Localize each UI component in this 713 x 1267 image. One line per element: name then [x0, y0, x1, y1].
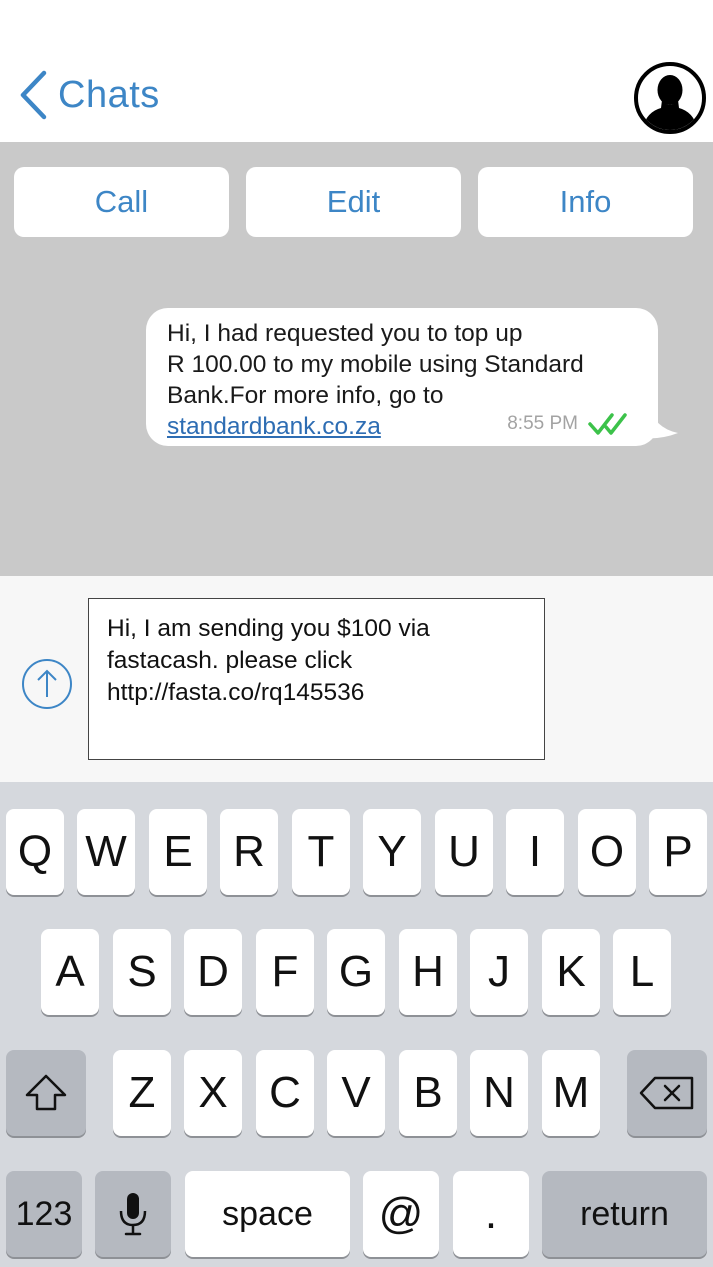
- key-t[interactable]: T: [292, 809, 350, 895]
- key-h[interactable]: H: [399, 929, 457, 1015]
- message-link[interactable]: standardbank.co.za: [167, 413, 381, 440]
- backspace-icon: [639, 1076, 694, 1110]
- space-key[interactable]: space: [185, 1171, 350, 1257]
- call-button[interactable]: Call: [14, 167, 229, 237]
- key-n[interactable]: N: [470, 1050, 528, 1136]
- key-v[interactable]: V: [327, 1050, 385, 1136]
- key-a[interactable]: A: [41, 929, 99, 1015]
- message-text: Hi, I had requested you to top up R 100.…: [167, 320, 584, 409]
- message-input-text: Hi, I am sending you $100 via fastacash.…: [107, 615, 430, 706]
- person-silhouette-icon: [642, 75, 698, 130]
- shift-arrow-icon: [25, 1074, 67, 1111]
- key-o[interactable]: O: [578, 809, 636, 895]
- delete-key[interactable]: [627, 1050, 707, 1136]
- keyboard: Q W E R T Y U I O P A S D F G H J K L Z …: [0, 782, 713, 1267]
- send-arrow-icon[interactable]: [21, 658, 73, 710]
- chat-area: Call Edit Info Hi, I had requested you t…: [0, 142, 713, 576]
- period-key[interactable]: .: [453, 1171, 529, 1257]
- contact-avatar[interactable]: [634, 62, 706, 134]
- key-l[interactable]: L: [613, 929, 671, 1015]
- key-i[interactable]: I: [506, 809, 564, 895]
- edit-button[interactable]: Edit: [246, 167, 461, 237]
- key-g[interactable]: G: [327, 929, 385, 1015]
- key-j[interactable]: J: [470, 929, 528, 1015]
- chevron-left-icon: [20, 70, 47, 120]
- key-z[interactable]: Z: [113, 1050, 171, 1136]
- message-meta: 8:55 PM: [507, 412, 634, 436]
- message-time: 8:55 PM: [507, 413, 578, 434]
- key-p[interactable]: P: [649, 809, 707, 895]
- compose-bar: Hi, I am sending you $100 via fastacash.…: [0, 576, 713, 782]
- numbers-key[interactable]: 123: [6, 1171, 82, 1257]
- back-button[interactable]: Chats: [18, 68, 160, 122]
- back-label: Chats: [58, 73, 160, 116]
- key-s[interactable]: S: [113, 929, 171, 1015]
- key-u[interactable]: U: [435, 809, 493, 895]
- key-m[interactable]: M: [542, 1050, 600, 1136]
- key-r[interactable]: R: [220, 809, 278, 895]
- key-k[interactable]: K: [542, 929, 600, 1015]
- double-check-icon: [588, 413, 627, 435]
- info-button[interactable]: Info: [478, 167, 693, 237]
- sent-message-bubble[interactable]: Hi, I had requested you to top up R 100.…: [146, 308, 658, 446]
- key-f[interactable]: F: [256, 929, 314, 1015]
- key-d[interactable]: D: [184, 929, 242, 1015]
- at-key[interactable]: @: [363, 1171, 439, 1257]
- shift-key[interactable]: [6, 1050, 86, 1136]
- microphone-icon: [119, 1193, 147, 1236]
- key-b[interactable]: B: [399, 1050, 457, 1136]
- message-input[interactable]: Hi, I am sending you $100 via fastacash.…: [88, 598, 545, 760]
- nav-bar: Chats: [0, 0, 713, 142]
- return-key[interactable]: return: [542, 1171, 707, 1257]
- key-x[interactable]: X: [184, 1050, 242, 1136]
- key-q[interactable]: Q: [6, 809, 64, 895]
- key-e[interactable]: E: [149, 809, 207, 895]
- key-c[interactable]: C: [256, 1050, 314, 1136]
- key-w[interactable]: W: [77, 809, 135, 895]
- dictation-key[interactable]: [95, 1171, 171, 1257]
- key-y[interactable]: Y: [363, 809, 421, 895]
